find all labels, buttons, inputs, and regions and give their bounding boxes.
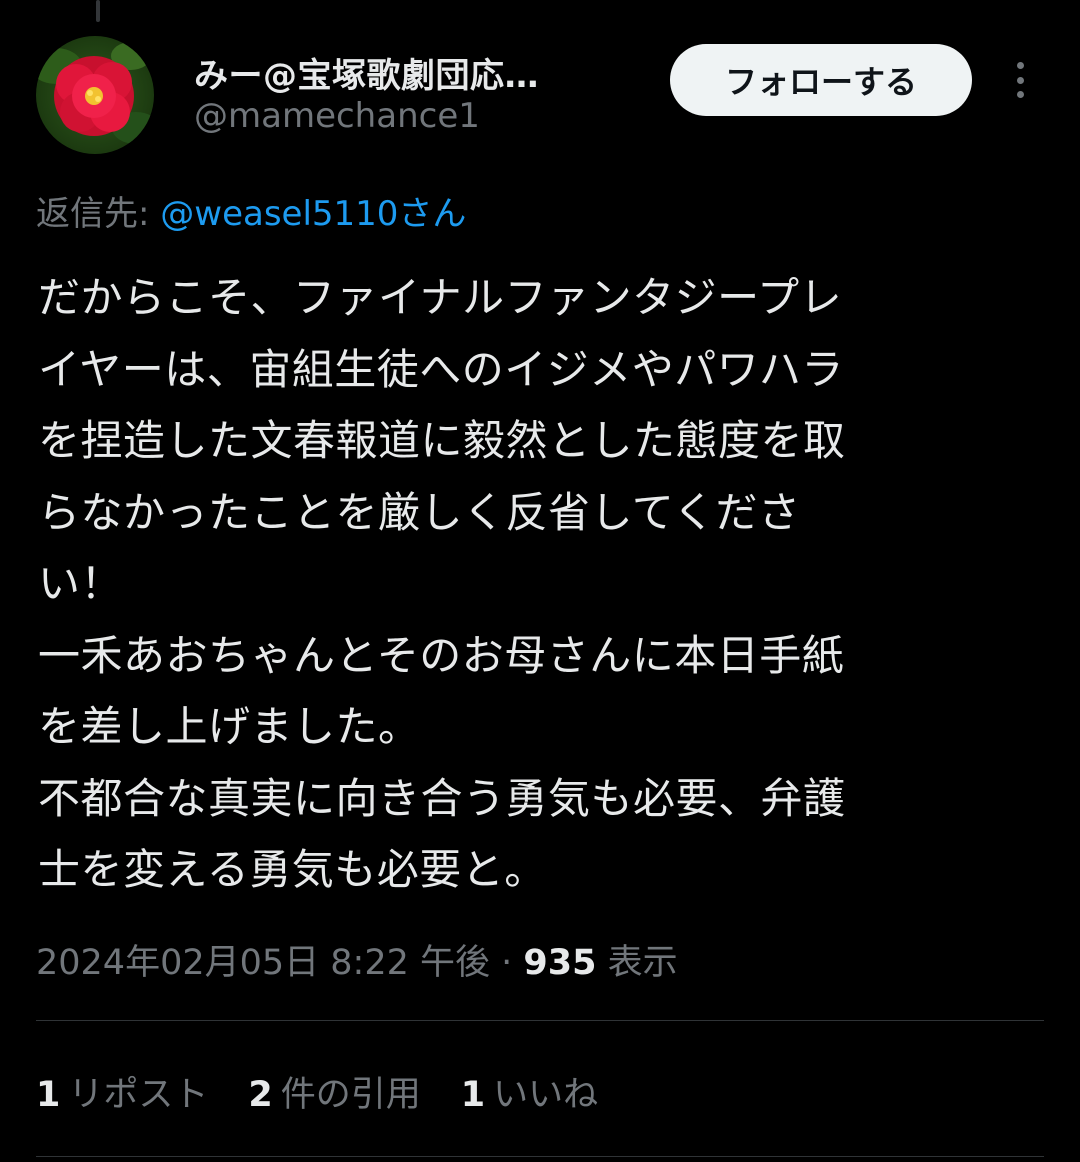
tweet-meta: 2024年02月05日 8:22 午後 · 935 表示 xyxy=(36,934,678,985)
reposts-count: 1 xyxy=(36,1075,61,1115)
more-options-button[interactable] xyxy=(1002,58,1038,102)
tweet-line: らなかったことを厳しく反省してくださ xyxy=(38,487,801,537)
meta-separator: · xyxy=(490,943,524,983)
author-handle[interactable]: @mamechance1 xyxy=(194,96,480,136)
tweet-line: い！ xyxy=(38,559,124,608)
more-vertical-icon-dot xyxy=(1016,76,1024,84)
reply-prefix: 返信先: xyxy=(36,194,161,234)
reposts-stat[interactable]: 1 リポスト xyxy=(36,1066,208,1117)
reposts-label: リポスト xyxy=(68,1075,209,1115)
likes-stat[interactable]: 1 いいね xyxy=(461,1066,598,1117)
views-count: 935 xyxy=(523,943,597,983)
tweet-line: 不都合な真実に向き合う勇気も必要、弁護 xyxy=(38,773,846,823)
tweet-text: だからこそ、ファイナルファンタジープレ イヤーは、宙組生徒へのイジメやパワハラ … xyxy=(38,262,1028,906)
tweet-line: を差し上げました。 xyxy=(38,702,421,751)
divider-bottom xyxy=(36,1156,1044,1157)
engagement-stats: 1 リポスト 2 件の引用 1 いいね xyxy=(36,1066,598,1117)
likes-label: いいね xyxy=(493,1075,599,1115)
tweet-line: 一禾あおちゃんとそのお母さんに本日手紙 xyxy=(38,630,845,680)
tweet-line: イヤーは、宙組生徒へのイジメやパワハラ xyxy=(38,344,844,394)
more-vertical-icon-dot xyxy=(1016,91,1024,98)
timestamp[interactable]: 2024年02月05日 8:22 午後 xyxy=(36,943,490,983)
divider xyxy=(36,1020,1044,1021)
likes-count: 1 xyxy=(460,1075,486,1115)
reply-context: 返信先: @weasel5110さん xyxy=(36,186,466,235)
tweet-line: だからこそ、ファイナルファンタジープレ xyxy=(38,273,843,322)
reply-target-link[interactable]: @weasel5110さん xyxy=(160,194,466,234)
quotes-stat[interactable]: 2 件の引用 xyxy=(248,1066,420,1117)
avatar[interactable] xyxy=(36,36,154,154)
camellia-flower-icon xyxy=(36,42,154,144)
quotes-count: 2 xyxy=(248,1075,273,1115)
thread-connector-line xyxy=(96,0,100,22)
more-vertical-icon xyxy=(1016,62,1024,69)
views-label: 表示 xyxy=(596,943,678,983)
tweet-header: みー@宝塚歌劇団応… @mamechance1 フォローする xyxy=(36,30,1044,160)
tweet-line: 士を変える勇気も必要と。 xyxy=(38,845,547,894)
follow-button[interactable]: フォローする xyxy=(670,44,972,116)
quotes-label: 件の引用 xyxy=(280,1075,421,1115)
tweet-line: を捏造した文春報道に毅然とした態度を取 xyxy=(38,416,846,465)
author-display-name[interactable]: みー@宝塚歌劇団応… xyxy=(194,48,539,97)
